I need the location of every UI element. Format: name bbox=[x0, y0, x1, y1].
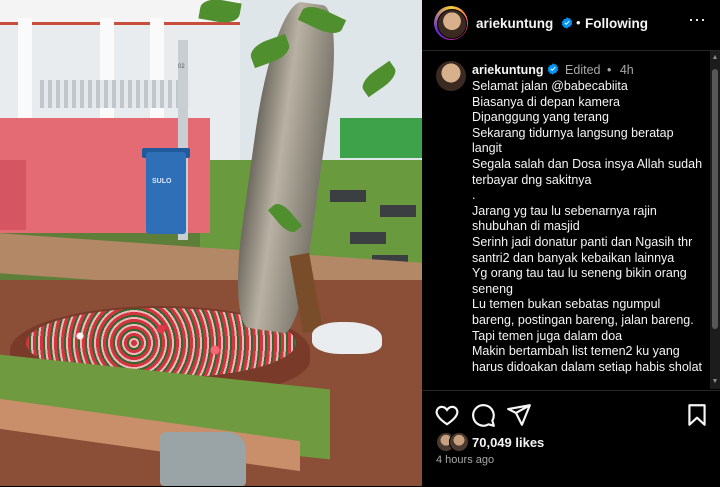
scroll-up-icon[interactable]: ▲ bbox=[710, 53, 720, 63]
header-separator: • bbox=[576, 15, 581, 30]
photo-vents bbox=[40, 80, 190, 108]
bookmark-icon[interactable] bbox=[684, 402, 710, 428]
post-timestamp[interactable]: 4 hours ago bbox=[436, 454, 494, 466]
verified-badge-icon bbox=[558, 15, 573, 33]
post-side-panel: ariekuntung • Following ⋯ ariekuntung Ed… bbox=[422, 0, 720, 486]
scroll-down-icon[interactable]: ▼ bbox=[710, 377, 720, 387]
heart-icon[interactable] bbox=[434, 402, 460, 428]
caption-author-avatar[interactable] bbox=[436, 61, 466, 91]
author-avatar[interactable] bbox=[437, 9, 467, 39]
photo-headstone bbox=[350, 232, 386, 244]
caption-area: ariekuntung Edited • 4h Selamat jalan @b… bbox=[422, 51, 710, 387]
photo-pink-wall-side bbox=[0, 160, 26, 230]
liker-avatar bbox=[449, 432, 469, 452]
verified-badge-icon bbox=[544, 63, 559, 77]
photo-stone bbox=[160, 432, 246, 486]
post-actions: 70,049 likes 4 hours ago bbox=[422, 390, 720, 487]
caption-username[interactable]: ariekuntung bbox=[472, 63, 544, 77]
comment-icon[interactable] bbox=[470, 402, 496, 428]
author-username[interactable]: ariekuntung bbox=[476, 16, 553, 31]
pole-label: 02 bbox=[178, 64, 185, 70]
photo-trash-bin: SULO bbox=[146, 152, 186, 234]
caption-text: Selamat jalan @babecabiita Biasanya di d… bbox=[472, 79, 703, 374]
caption-time[interactable]: 4h bbox=[620, 63, 634, 77]
photo-headstone bbox=[380, 205, 416, 217]
author-avatar-ring[interactable] bbox=[434, 6, 468, 40]
caption-scrollbar[interactable]: ▲ ▼ bbox=[710, 51, 720, 389]
post-photo[interactable]: 02 SULO bbox=[0, 0, 422, 486]
caption-separator: • bbox=[606, 63, 612, 77]
post-header: ariekuntung • Following ⋯ bbox=[422, 0, 720, 51]
photo-headstone bbox=[330, 190, 366, 202]
likes-count[interactable]: 70,049 likes bbox=[472, 435, 544, 450]
photo-green-wall bbox=[340, 118, 422, 158]
caption-header: ariekuntung Edited • 4h bbox=[472, 63, 634, 77]
more-options-icon[interactable]: ⋯ bbox=[686, 10, 708, 32]
scrollbar-thumb[interactable] bbox=[712, 69, 718, 329]
post-modal: 02 SULO ariekuntung • Following ⋯ arieku… bbox=[0, 0, 720, 486]
bin-label: SULO bbox=[152, 178, 172, 185]
photo-plastic-bag bbox=[312, 322, 382, 354]
share-icon[interactable] bbox=[506, 402, 532, 428]
edited-label: Edited bbox=[565, 63, 601, 77]
following-button[interactable]: Following bbox=[585, 16, 648, 31]
